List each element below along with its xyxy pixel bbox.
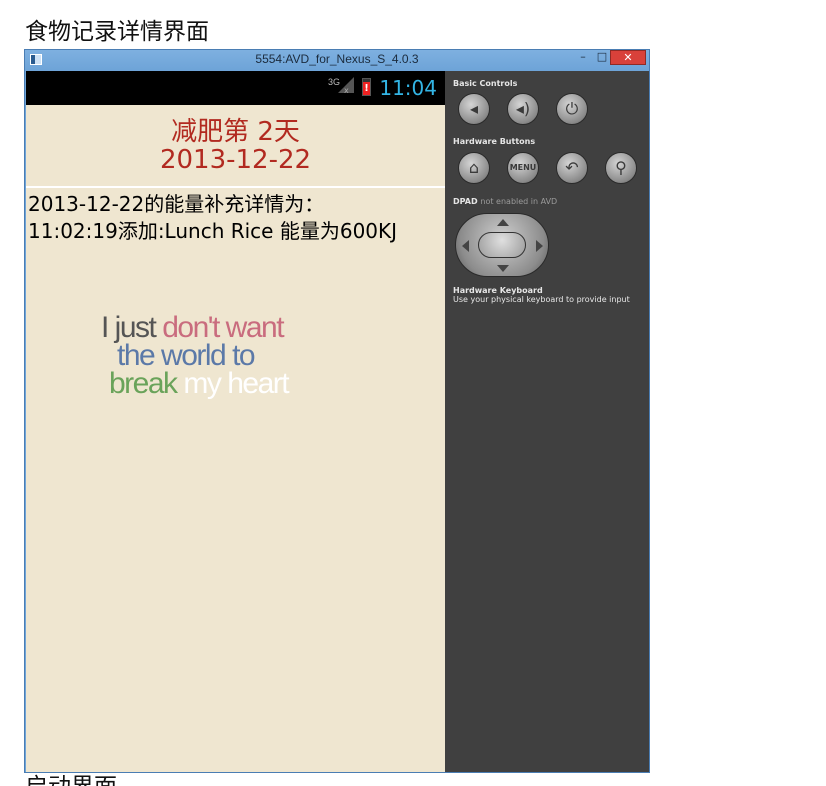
dpad-down-icon[interactable]: [497, 265, 509, 272]
back-icon[interactable]: ↶: [556, 152, 588, 184]
detail-entry: 11:02:19添加:Lunch Rice 能量为600KJ: [28, 219, 398, 243]
quote-line-2: the world to: [101, 341, 361, 371]
minimize-button[interactable]: –: [573, 50, 593, 65]
hardware-keyboard-desc: Use your physical keyboard to provide in…: [453, 295, 630, 304]
emulator-controls-panel: Basic Controls ◂ ◂) ⏻ Hardware Buttons ⌂…: [445, 71, 649, 772]
diet-day-title: 减肥第 2天: [171, 117, 300, 147]
emulator-window: 5554:AVD_for_Nexus_S_4.0.3 – □ ✕ 3G x ! …: [24, 49, 650, 773]
header-divider: [26, 186, 445, 188]
dpad-up-icon[interactable]: [497, 219, 509, 226]
basic-controls-title: Basic Controls: [453, 79, 518, 88]
status-bar: 3G x ! 11:04: [26, 71, 445, 105]
close-button[interactable]: ✕: [610, 50, 646, 65]
food-record-detail: 2013-12-22的能量补充详情为： 11:02:19添加:Lunch Ric…: [28, 191, 397, 245]
dpad-title: DPAD not enabled in AVD: [453, 197, 557, 206]
quote-word-4: break: [109, 367, 178, 400]
search-icon[interactable]: ⚲: [605, 152, 637, 184]
battery-alert: !: [363, 82, 370, 95]
dpad-control[interactable]: [455, 213, 549, 277]
next-section-heading: 启动界面: [25, 772, 117, 786]
document-heading: 食物记录详情界面: [25, 19, 209, 45]
dpad-label: DPAD: [453, 197, 478, 206]
menu-button[interactable]: MENU: [507, 152, 539, 184]
status-clock: 11:04: [379, 76, 437, 100]
window-titlebar[interactable]: 5554:AVD_for_Nexus_S_4.0.3 – □ ✕: [25, 50, 649, 70]
app-header: 减肥第 2天 2013-12-22: [26, 105, 445, 186]
volume-up-icon[interactable]: ◂): [507, 93, 539, 125]
quote-line-3: break my heart: [101, 367, 361, 400]
dpad-right-icon[interactable]: [536, 240, 543, 252]
battery-icon: !: [362, 78, 371, 96]
hardware-buttons-title: Hardware Buttons: [453, 137, 536, 146]
quote-image: I just don't want the world to break my …: [101, 313, 361, 400]
quote-word-5: my heart: [183, 367, 289, 400]
phone-screen[interactable]: 3G x ! 11:04 减肥第 2天 2013-12-22 2013-12-2…: [26, 71, 445, 772]
quote-line-1: I just don't want: [101, 313, 361, 343]
dpad-note: not enabled in AVD: [480, 197, 558, 206]
no-signal-mark: x: [344, 86, 349, 95]
dpad-left-icon[interactable]: [462, 240, 469, 252]
power-icon[interactable]: ⏻: [556, 93, 588, 125]
detail-summary: 2013-12-22的能量补充详情为：: [28, 192, 325, 216]
maximize-button[interactable]: □: [593, 50, 611, 65]
dpad-center-button[interactable]: [478, 232, 526, 258]
hardware-keyboard-title: Hardware Keyboard: [453, 286, 543, 295]
diet-date: 2013-12-22: [159, 145, 312, 175]
home-icon[interactable]: ⌂: [458, 152, 490, 184]
window-title: 5554:AVD_for_Nexus_S_4.0.3: [255, 52, 419, 66]
volume-down-icon[interactable]: ◂: [458, 93, 490, 125]
